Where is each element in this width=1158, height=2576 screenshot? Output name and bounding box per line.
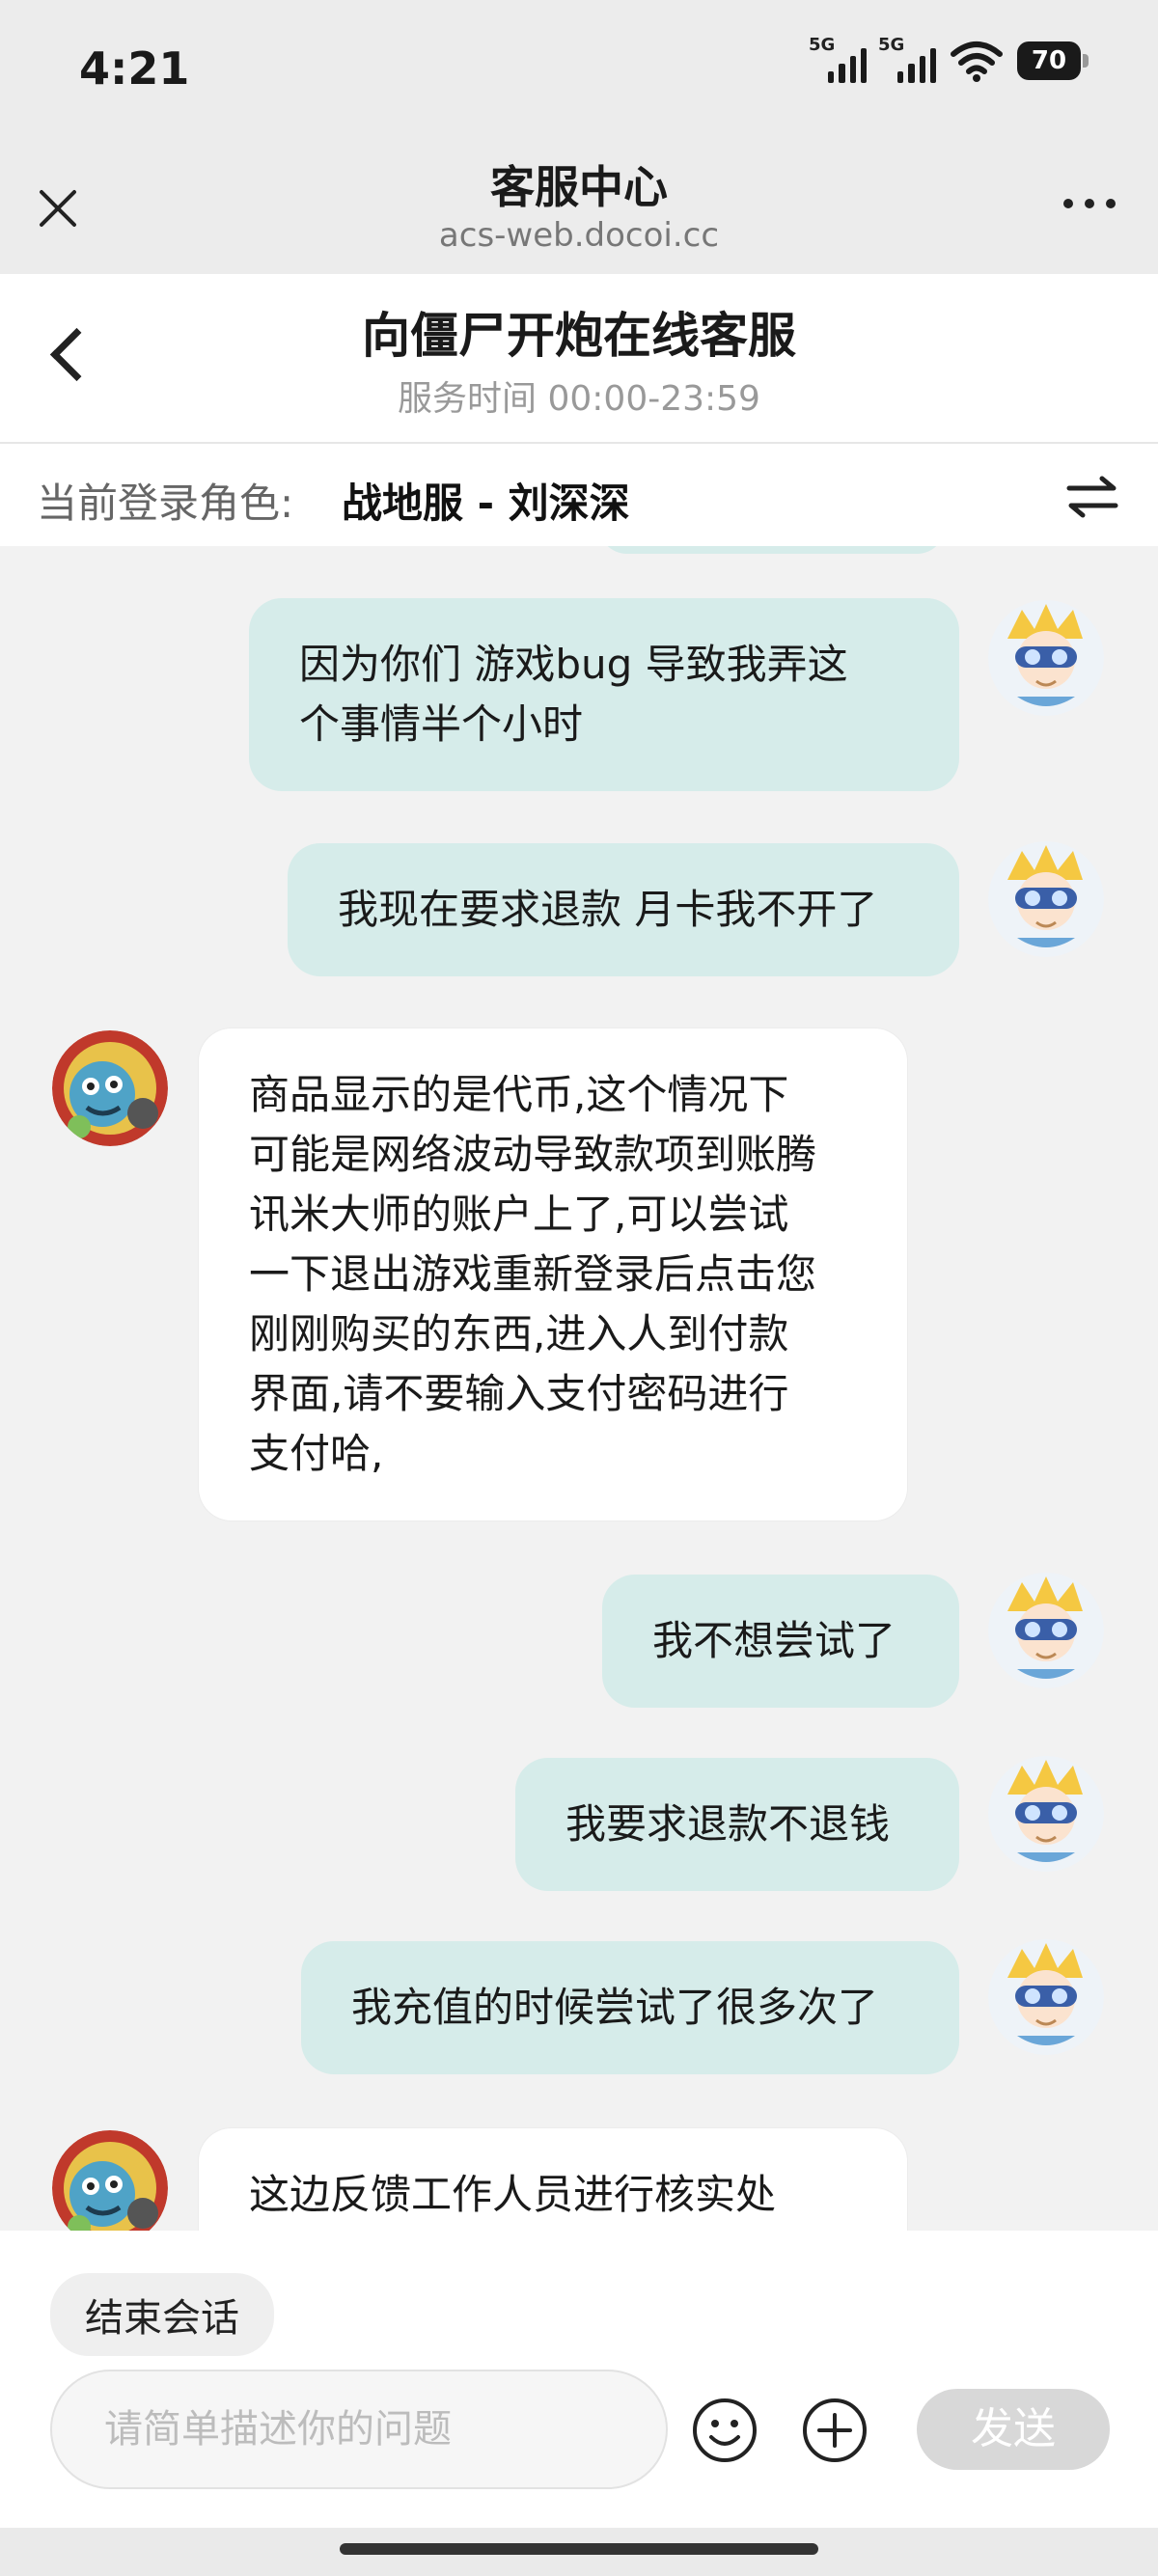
wifi-icon [951,41,1003,82]
role-bar: 当前登录角色: 战地服 - 刘深深 [0,444,1158,546]
role-value: 战地服 - 刘深深 [342,480,630,527]
message-line: 刚刚购买的东西,进入人到付款 [249,1310,789,1357]
message-line: 因为你们 游戏bug 导致我弄这 [299,641,848,688]
more-icon[interactable] [1063,199,1116,208]
message-input[interactable] [50,2370,668,2489]
message-bubble-outgoing: 我现在要求退款 月卡我不开了 [288,843,959,976]
role-label: 当前登录角色: [37,480,294,527]
partial-bubble [598,546,946,554]
message-bubble-outgoing: 我充值的时候尝试了很多次了 [301,1941,959,2074]
message-line: 讯米大师的账户上了,可以尝试 [249,1191,789,1238]
status-time: 4:21 [79,42,190,95]
user-avatar[interactable] [988,1756,1104,1872]
agent-avatar [52,1030,168,1146]
message-line: 一下退出游戏重新登录后点击您 [249,1250,817,1298]
message-line: 我要求退款不退钱 [565,1800,891,1848]
page-title: 客服中心 [490,161,668,213]
message-line: 我不想尝试了 [652,1617,896,1664]
battery-icon: 70 [1017,41,1089,80]
webview-titlebar: 客服中心 acs-web.docoi.cc [0,135,1158,274]
message-bubble-incoming: 这边反馈工作人员进行核实处 [199,2128,907,2231]
user-avatar[interactable] [988,600,1104,716]
message-line: 我现在要求退款 月卡我不开了 [338,886,878,933]
status-bar: 4:21 5G 5G 70 [0,0,1158,135]
message-line: 界面,请不要输入支付密码进行 [249,1370,789,1417]
sim1-label: 5G [809,35,836,55]
message-bubble-incoming: 商品显示的是代币,这个情况下 可能是网络波动导致款项到账腾 讯米大师的账户上了,… [199,1028,907,1521]
message-line: 这边反馈工作人员进行核实处 [249,2171,777,2218]
emoji-icon[interactable] [691,2397,758,2464]
message-bubble-outgoing: 我要求退款不退钱 [515,1758,959,1891]
message-line: 可能是网络波动导致款项到账腾 [249,1131,817,1178]
message-line: 个事情半个小时 [299,700,584,748]
switch-role-icon[interactable] [1063,467,1121,525]
user-avatar[interactable] [988,1939,1104,2055]
sim2-label: 5G [878,35,905,55]
message-line: 商品显示的是代币,这个情况下 [249,1071,789,1118]
input-area: 结束会话 发送 [0,2231,1158,2576]
plus-icon[interactable] [801,2397,868,2464]
signal-icon-2: 5G [878,35,936,83]
end-session-button[interactable]: 结束会话 [50,2273,274,2356]
page-url: acs-web.docoi.cc [438,216,720,255]
agent-avatar [52,2130,168,2231]
message-line: 我充值的时候尝试了很多次了 [351,1984,879,2031]
signal-icon: 5G [809,35,867,83]
service-hours: 服务时间 00:00-23:59 [398,379,760,419]
send-button[interactable]: 发送 [917,2389,1110,2470]
user-avatar[interactable] [988,841,1104,957]
chat-header: 向僵尸开炮在线客服 服务时间 00:00-23:59 [0,274,1158,444]
user-avatar[interactable] [988,1573,1104,1688]
message-bubble-outgoing: 因为你们 游戏bug 导致我弄这 个事情半个小时 [249,598,959,791]
status-icons: 5G 5G 70 [809,35,1089,83]
message-line: 支付哈, [249,1430,384,1477]
chat-title: 向僵尸开炮在线客服 [362,308,796,364]
message-list[interactable]: 因为你们 游戏bug 导致我弄这 个事情半个小时 我现在要求退款 月卡我不开了 [0,546,1158,2231]
message-bubble-outgoing: 我不想尝试了 [602,1575,959,1708]
home-indicator[interactable] [340,2543,818,2555]
